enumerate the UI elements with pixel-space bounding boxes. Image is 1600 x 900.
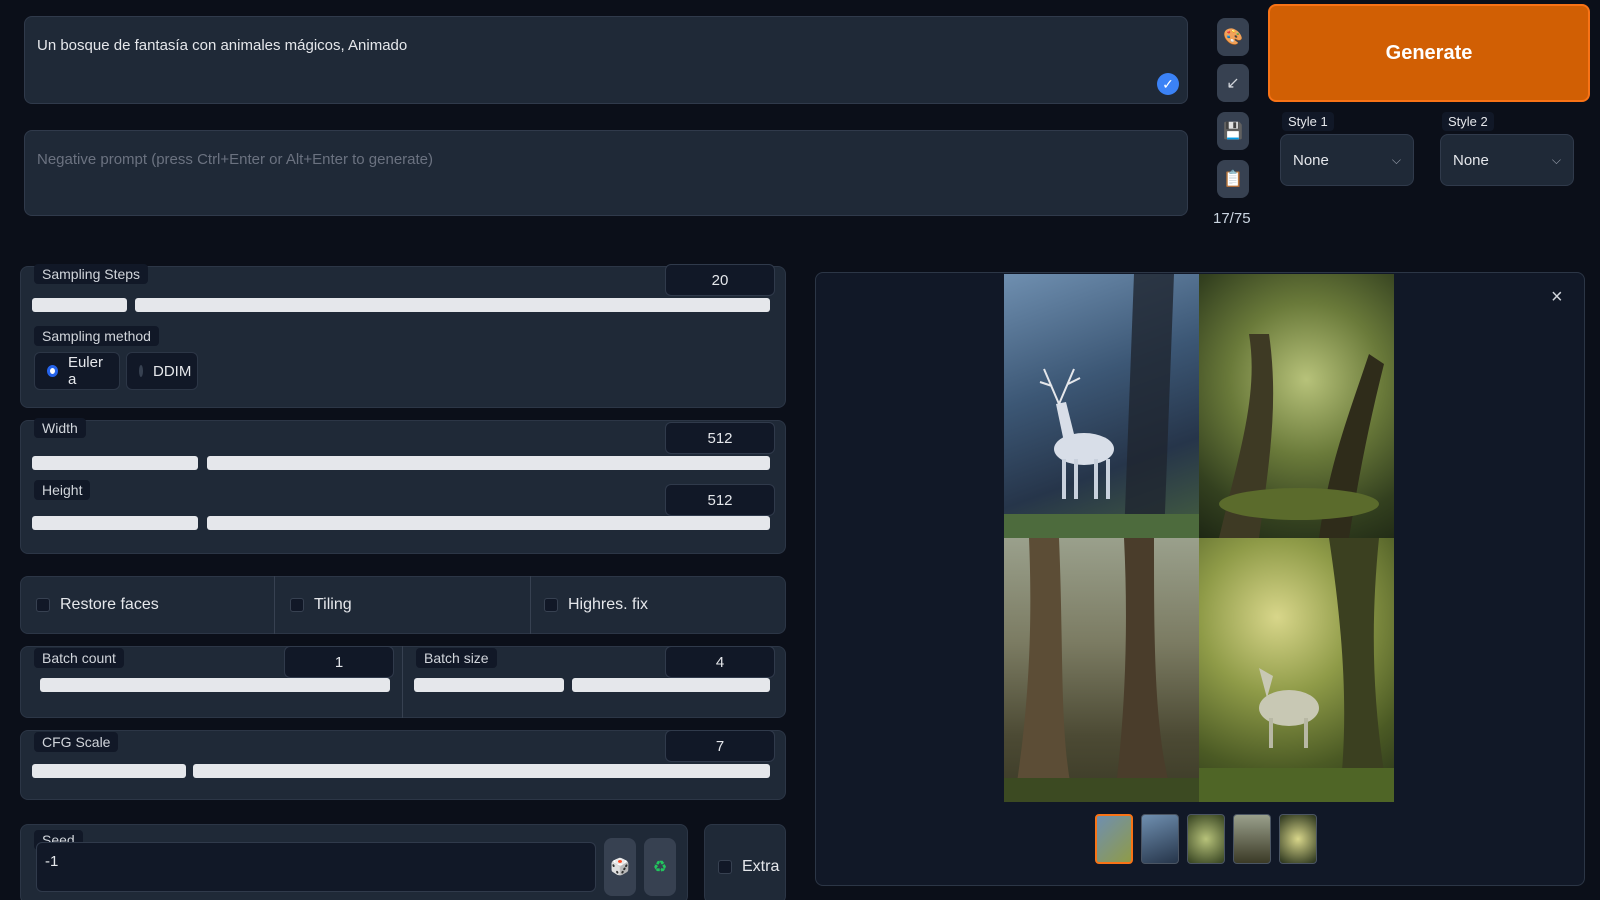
- height-slider-fill[interactable]: [32, 516, 198, 530]
- width-input[interactable]: 512: [665, 422, 775, 454]
- highres-fix-checkbox[interactable]: Highres. fix: [544, 596, 648, 614]
- thumbnail-image[interactable]: [1187, 814, 1225, 864]
- tiling-label: Tiling: [314, 596, 352, 613]
- batch-size-slider-track[interactable]: [572, 678, 770, 692]
- thumbnail-strip: [1095, 814, 1317, 864]
- batch-count-input[interactable]: 1: [284, 646, 394, 678]
- checkbox-icon: [290, 598, 304, 612]
- batch-divider: [402, 646, 403, 718]
- prompt-text: Un bosque de fantasía con animales mágic…: [37, 37, 408, 54]
- highres-fix-label: Highres. fix: [568, 596, 649, 613]
- image-grid: [1004, 274, 1394, 802]
- thumbnail-image[interactable]: [1141, 814, 1179, 864]
- seed-input[interactable]: -1: [36, 842, 596, 892]
- close-icon[interactable]: ×: [1551, 286, 1563, 309]
- radio-selected-icon: [47, 365, 58, 377]
- radio-ddim[interactable]: DDIM: [126, 352, 198, 390]
- token-counter: 17/75: [1213, 210, 1251, 227]
- forest-illustration: [1219, 334, 1384, 538]
- generated-image[interactable]: [1004, 538, 1199, 802]
- radio-euler-a[interactable]: Euler a: [34, 352, 120, 390]
- height-input[interactable]: 512: [665, 484, 775, 516]
- wolf-illustration: [1199, 538, 1394, 802]
- radio-ddim-label: DDIM: [153, 362, 192, 380]
- cfg-scale-slider-track[interactable]: [193, 764, 770, 778]
- arrow-check-icon[interactable]: ↙: [1217, 64, 1249, 102]
- style-2-label: Style 2: [1442, 112, 1494, 131]
- options-divider: [274, 576, 275, 634]
- style-1-label: Style 1: [1282, 112, 1334, 131]
- save-disk-icon[interactable]: 💾: [1217, 112, 1249, 150]
- dice-icon[interactable]: 🎲: [604, 838, 636, 896]
- radio-unselected-icon: [139, 365, 143, 377]
- sampling-steps-slider-track[interactable]: [135, 298, 770, 312]
- generate-button[interactable]: Generate: [1268, 4, 1590, 102]
- width-slider-track[interactable]: [207, 456, 770, 470]
- tiling-checkbox[interactable]: Tiling: [290, 596, 352, 614]
- width-label: Width: [34, 418, 86, 438]
- thumbnail-image[interactable]: [1279, 814, 1317, 864]
- chevron-down-icon: ⌵: [1551, 152, 1561, 167]
- recycle-icon[interactable]: ♻: [644, 838, 676, 896]
- extra-checkbox[interactable]: Extra: [718, 858, 779, 876]
- checkbox-icon: [718, 860, 732, 874]
- cfg-scale-slider-fill[interactable]: [32, 764, 186, 778]
- batch-count-label: Batch count: [34, 648, 124, 668]
- batch-count-slider[interactable]: [40, 678, 390, 692]
- batch-size-label: Batch size: [416, 648, 497, 668]
- style-2-select[interactable]: None ⌵: [1440, 134, 1574, 186]
- thumbnail-grid[interactable]: [1095, 814, 1133, 864]
- cfg-scale-input[interactable]: 7: [665, 730, 775, 762]
- batch-size-slider-fill[interactable]: [414, 678, 564, 692]
- restore-faces-checkbox[interactable]: Restore faces: [36, 596, 159, 614]
- extra-label: Extra: [742, 858, 780, 875]
- sampling-method-label: Sampling method: [34, 326, 159, 346]
- sampling-steps-slider-fill[interactable]: [32, 298, 127, 312]
- cfg-scale-label: CFG Scale: [34, 732, 119, 752]
- chevron-down-icon: ⌵: [1391, 152, 1401, 167]
- seed-value: -1: [45, 853, 59, 870]
- negative-prompt-input[interactable]: Negative prompt (press Ctrl+Enter or Alt…: [24, 130, 1188, 216]
- thumbnail-image[interactable]: [1233, 814, 1271, 864]
- radio-euler-a-label: Euler a: [67, 354, 103, 388]
- restore-faces-label: Restore faces: [60, 596, 159, 613]
- checkbox-icon: [544, 598, 558, 612]
- options-divider: [530, 576, 531, 634]
- clipboard-icon[interactable]: 📋: [1217, 160, 1249, 198]
- generated-image[interactable]: [1199, 538, 1394, 802]
- checkbox-icon: [36, 598, 50, 612]
- sampling-steps-input[interactable]: 20: [665, 264, 775, 296]
- negative-prompt-placeholder: Negative prompt (press Ctrl+Enter or Alt…: [37, 151, 434, 168]
- width-slider-fill[interactable]: [32, 456, 198, 470]
- height-label: Height: [34, 480, 91, 500]
- deer-illustration: [1004, 274, 1199, 538]
- batch-size-input[interactable]: 4: [665, 646, 775, 678]
- paint-palette-icon[interactable]: 🎨: [1217, 18, 1249, 56]
- sampling-steps-label: Sampling Steps: [34, 264, 149, 284]
- generated-image[interactable]: [1004, 274, 1199, 538]
- check-icon: ✓: [1157, 73, 1179, 95]
- style-1-value: None: [1293, 151, 1329, 169]
- height-slider-track[interactable]: [207, 516, 770, 530]
- generated-image[interactable]: [1199, 274, 1394, 538]
- prompt-input[interactable]: Un bosque de fantasía con animales mágic…: [24, 16, 1188, 104]
- style-2-value: None: [1453, 151, 1489, 169]
- style-1-select[interactable]: None ⌵: [1280, 134, 1414, 186]
- forest-illustration: [1004, 538, 1199, 802]
